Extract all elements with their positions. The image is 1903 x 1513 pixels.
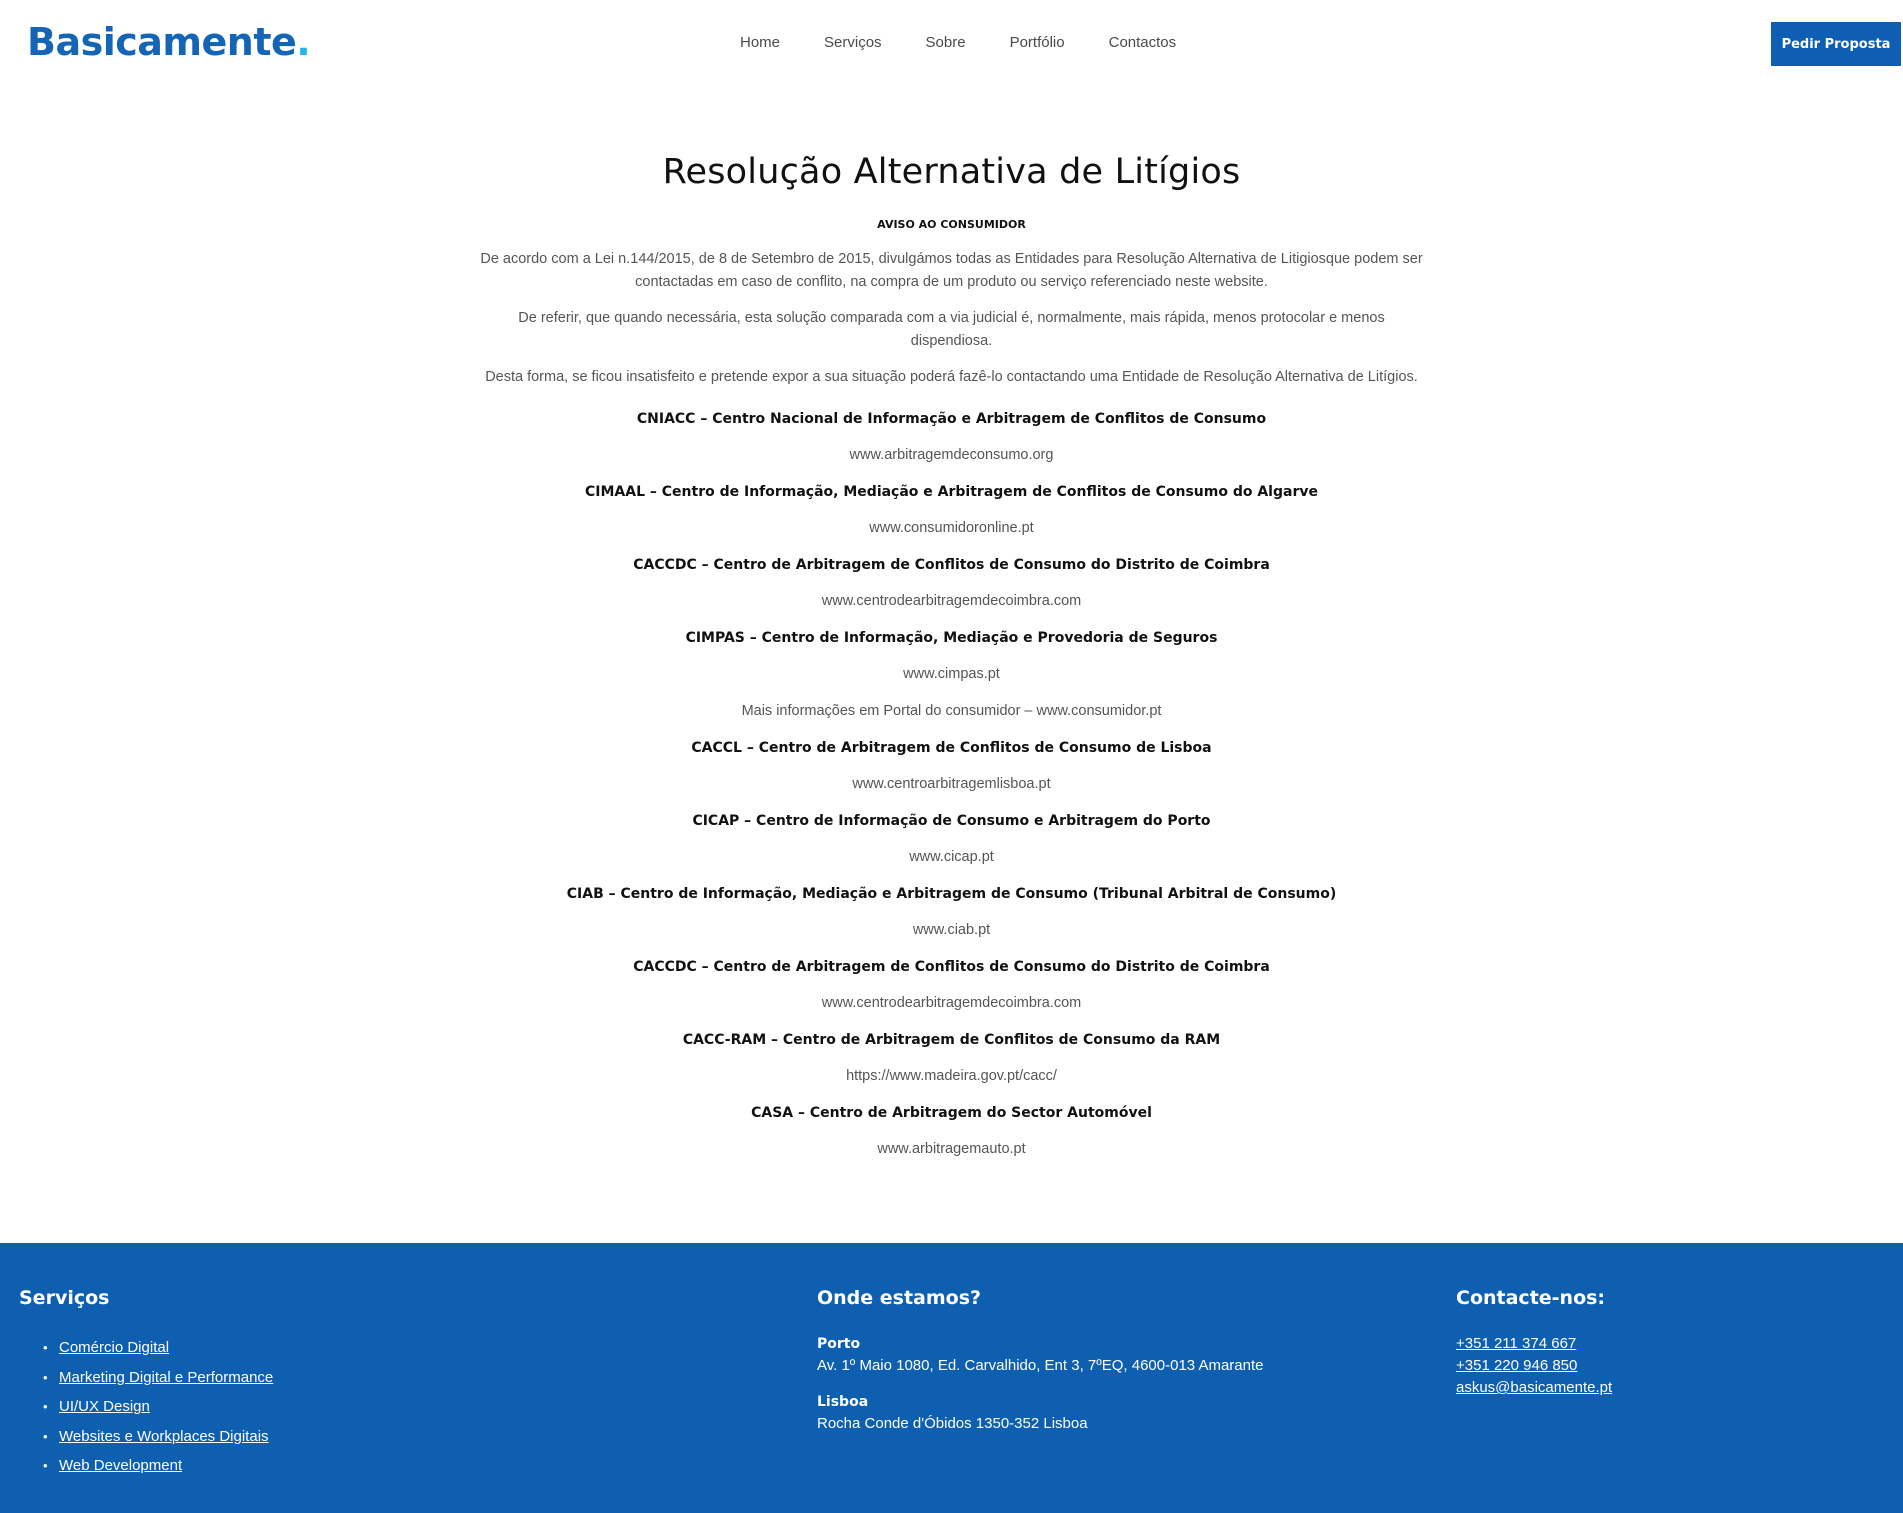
entity-name: CACCDC – Centro de Arbitragem de Conflit… [633, 959, 1270, 975]
request-proposal-button[interactable]: Pedir Proposta [1771, 22, 1901, 66]
entity-name: CICAP – Centro de Informação de Consumo … [692, 813, 1211, 829]
list-item: • Websites e Workplaces Digitais [43, 1422, 273, 1452]
phone-link[interactable]: +351 220 946 850 [1456, 1357, 1577, 1374]
nav-about[interactable]: Sobre [926, 34, 966, 51]
list-item: • Marketing Digital e Performance [43, 1363, 273, 1393]
bullet-icon: • [43, 1428, 48, 1444]
phone-line: +351 211 374 667 [1456, 1333, 1612, 1355]
service-link[interactable]: Comércio Digital [59, 1339, 169, 1356]
entity-name: CACCL – Centro de Arbitragem de Conflito… [691, 740, 1212, 756]
entity-name: CIMAAL – Centro de Informação, Mediação … [585, 484, 1318, 500]
entity-name: CASA – Centro de Arbitragem do Sector Au… [751, 1105, 1152, 1121]
logo-text: Basicamente [27, 20, 297, 64]
logo-dot: . [296, 20, 311, 64]
nav-services[interactable]: Serviços [824, 34, 882, 51]
entity-url: www.arbitragemauto.pt [0, 1131, 1903, 1168]
service-link[interactable]: Web Development [59, 1457, 182, 1474]
list-item: • UI/UX Design [43, 1392, 273, 1422]
entity-link[interactable]: www.cimpas.pt [903, 666, 1000, 682]
entity-name: CIMPAS – Centro de Informação, Mediação … [685, 630, 1218, 646]
entity-list: CNIACC – Centro Nacional de Informação e… [0, 401, 1903, 1168]
entity-extra-info: Mais informações em Portal do consumidor… [0, 693, 1903, 730]
service-link[interactable]: Marketing Digital e Performance [59, 1369, 273, 1386]
list-item: • Comércio Digital [43, 1333, 273, 1363]
site-header: Basicamente. Home Serviços Sobre Portfól… [0, 0, 1903, 90]
entity-url: www.centrodearbitragemdecoimbra.com [0, 583, 1903, 620]
entity-link[interactable]: www.consumidoronline.pt [869, 520, 1033, 536]
nav-portfolio[interactable]: Portfólio [1010, 34, 1065, 51]
footer-services-heading: Serviços [19, 1287, 110, 1309]
consumer-portal-link[interactable]: Mais informações em Portal do consumidor… [742, 703, 1162, 719]
footer-location-heading: Onde estamos? [817, 1287, 982, 1309]
lisboa-address: Rocha Conde d'Óbidos 1350-352 Lisboa [817, 1415, 1088, 1432]
entity-link[interactable]: www.centrodearbitragemdecoimbra.com [822, 995, 1082, 1011]
entity-url: www.centrodearbitragemdecoimbra.com [0, 985, 1903, 1022]
services-list: • Comércio Digital • Marketing Digital e P… [19, 1333, 273, 1481]
phone-link[interactable]: +351 211 374 667 [1456, 1335, 1576, 1352]
entity-url: www.cicap.pt [0, 839, 1903, 876]
porto-address: Av. 1º Maio 1080, Ed. Carvalhido, Ent 3,… [817, 1357, 1264, 1374]
entity-url: www.ciab.pt [0, 912, 1903, 949]
main-content: Resolução Alternativa de Litígios AVISO … [0, 90, 1903, 1168]
phone-line: +351 220 946 850 [1456, 1355, 1612, 1377]
entity-url: https://www.madeira.gov.pt/cacc/ [0, 1058, 1903, 1095]
bullet-icon: • [43, 1399, 48, 1414]
email-link[interactable]: askus@basicamente.pt [1456, 1379, 1612, 1396]
footer-contact: Contacte-nos: +351 211 374 667 +351 220 … [1456, 1283, 1612, 1399]
entity-link[interactable]: www.centroarbitragemlisboa.pt [852, 776, 1050, 792]
entity-link[interactable]: www.centrodearbitragemdecoimbra.com [822, 593, 1082, 609]
service-link[interactable]: Websites e Workplaces Digitais [59, 1428, 269, 1445]
entity-name: CACCDC – Centro de Arbitragem de Conflit… [633, 557, 1270, 573]
entity-link[interactable]: www.cicap.pt [909, 849, 994, 865]
entity-link[interactable]: www.ciab.pt [913, 922, 990, 938]
footer-location: Onde estamos? Porto Av. 1º Maio 1080, Ed… [817, 1283, 1264, 1435]
entity-url: www.consumidoronline.pt [0, 510, 1903, 547]
entity-url: www.cimpas.pt [0, 656, 1903, 693]
list-item: • Web Development [43, 1451, 273, 1481]
nav-contacts[interactable]: Contactos [1109, 34, 1177, 51]
intro-paragraph: De referir, que quando necessária, esta … [518, 310, 1385, 349]
bullet-icon: • [43, 1369, 48, 1385]
footer-services: Serviços • Comércio Digital • Marketing Di… [19, 1283, 273, 1481]
entity-name: CIAB – Centro de Informação, Mediação e … [566, 886, 1337, 902]
entity-link[interactable]: www.arbitragemdeconsumo.org [850, 447, 1054, 463]
lisboa-label: Lisboa [817, 1394, 869, 1410]
entity-link[interactable]: www.arbitragemauto.pt [877, 1141, 1025, 1157]
intro-paragraph: De acordo com a Lei n.144/2015, de 8 de … [480, 251, 1423, 290]
site-footer: Serviços • Comércio Digital • Marketing Di… [0, 1243, 1903, 1513]
main-nav: Home Serviços Sobre Portfólio Contactos [740, 34, 1176, 51]
entity-name: CNIACC – Centro Nacional de Informação e… [636, 411, 1267, 427]
porto-label: Porto [817, 1336, 861, 1352]
entity-link[interactable]: https://www.madeira.gov.pt/cacc/ [846, 1068, 1057, 1084]
bullet-icon: • [43, 1340, 48, 1355]
consumer-notice-heading: AVISO AO CONSUMIDOR [877, 218, 1026, 231]
footer-contact-heading: Contacte-nos: [1456, 1287, 1606, 1309]
email-line: askus@basicamente.pt [1456, 1377, 1612, 1399]
page-title: Resolução Alternativa de Litígios [662, 152, 1241, 192]
entity-url: www.centroarbitragemlisboa.pt [0, 766, 1903, 803]
entity-name: CACC-RAM – Centro de Arbitragem de Confl… [682, 1032, 1221, 1048]
service-link[interactable]: UI/UX Design [59, 1398, 150, 1415]
intro-paragraph: Desta forma, se ficou insatisfeito e pre… [485, 369, 1418, 385]
bullet-icon: • [43, 1458, 48, 1473]
logo[interactable]: Basicamente. [27, 20, 311, 64]
entity-url: www.arbitragemdeconsumo.org [0, 437, 1903, 474]
nav-home[interactable]: Home [740, 34, 780, 51]
